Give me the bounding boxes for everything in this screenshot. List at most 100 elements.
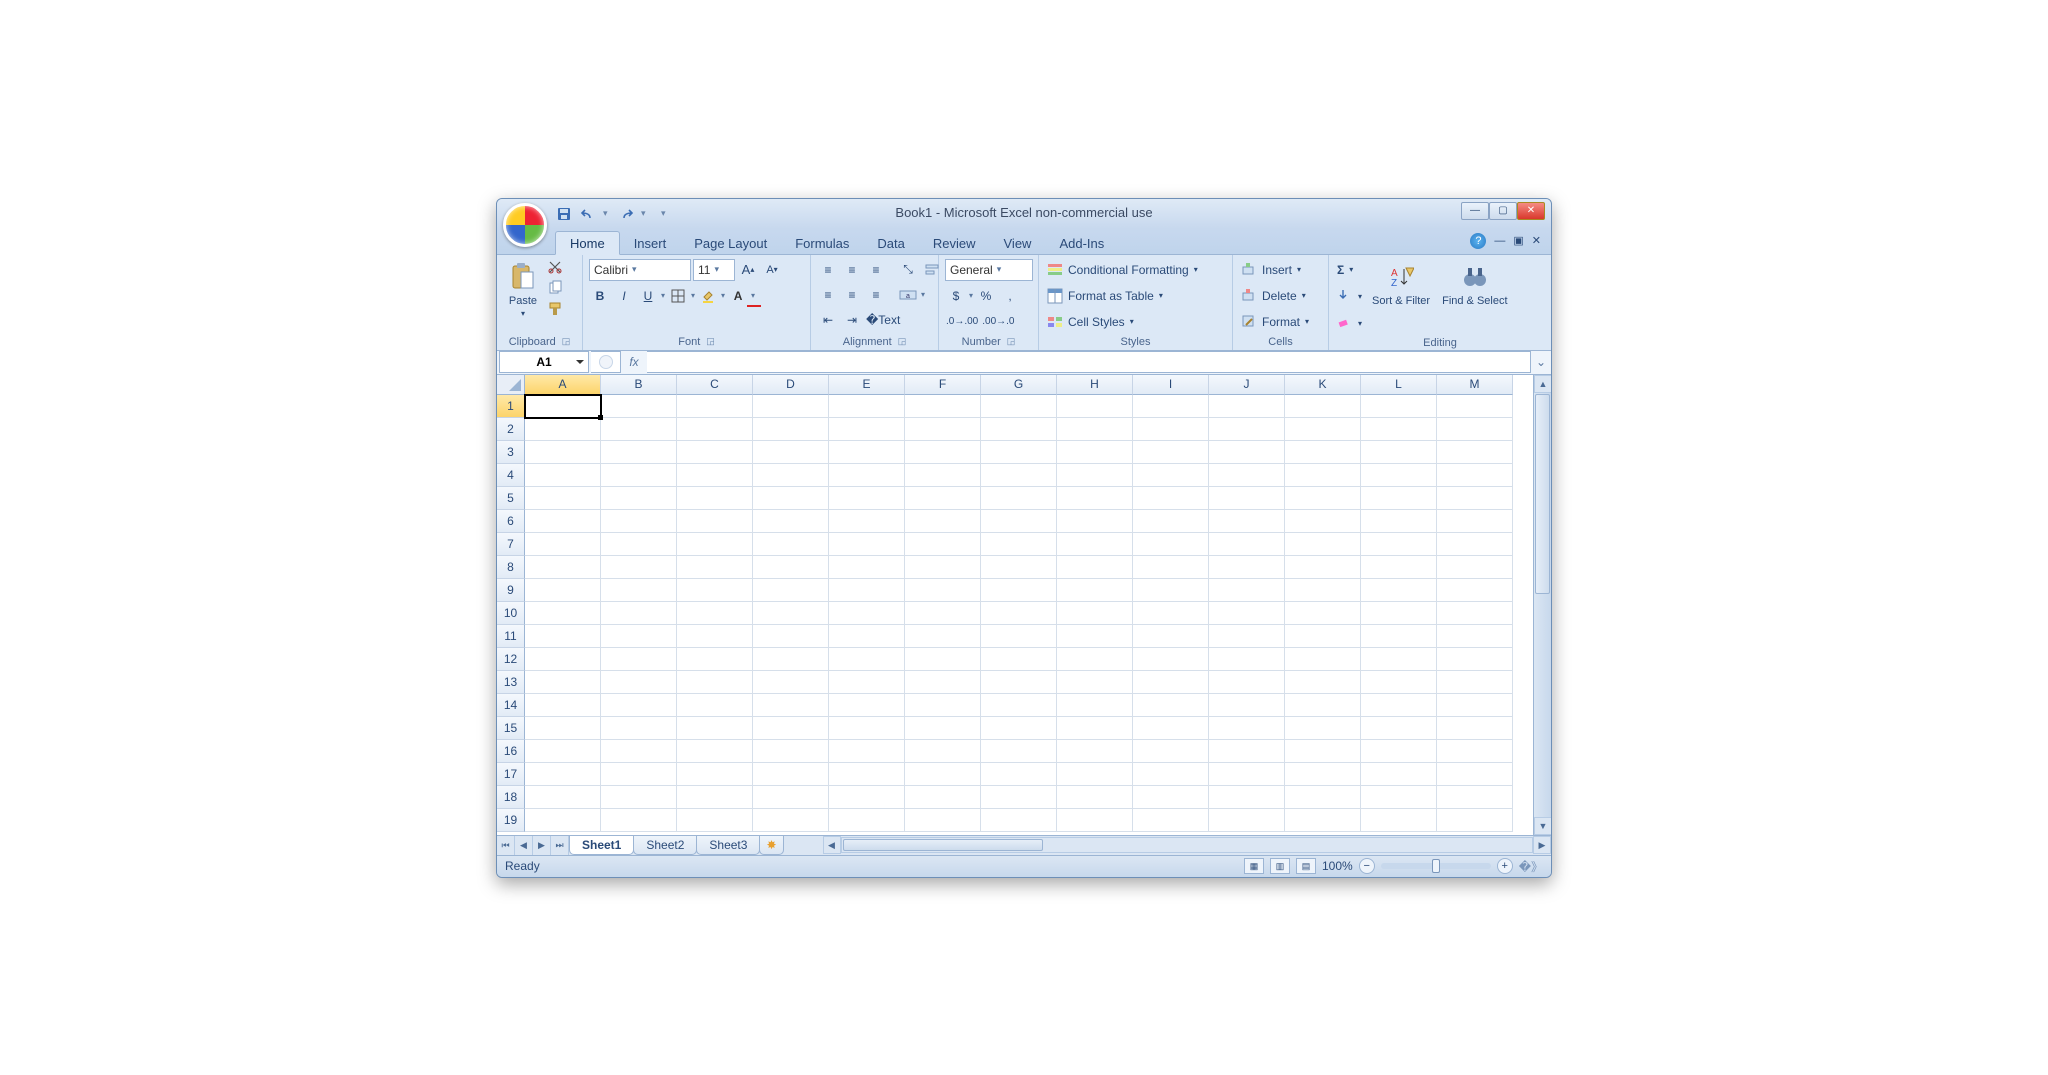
cell[interactable] xyxy=(677,418,753,441)
cell[interactable] xyxy=(981,763,1057,786)
column-header[interactable]: M xyxy=(1437,375,1513,395)
dropdown-icon[interactable]: ▾ xyxy=(603,208,611,219)
cell[interactable] xyxy=(677,441,753,464)
column-header[interactable]: L xyxy=(1361,375,1437,395)
cell[interactable] xyxy=(677,763,753,786)
font-size-combo[interactable]: 11▾ xyxy=(693,259,735,281)
cell[interactable] xyxy=(1437,533,1513,556)
cell[interactable] xyxy=(1285,418,1361,441)
cell[interactable] xyxy=(601,441,677,464)
page-break-view-icon[interactable]: ▤ xyxy=(1296,858,1316,874)
cell[interactable] xyxy=(753,717,829,740)
scroll-thumb[interactable] xyxy=(1535,394,1550,594)
cell[interactable] xyxy=(525,510,601,533)
chevron-down-icon[interactable]: ▾ xyxy=(661,291,665,300)
paste-button[interactable]: Paste ▾ xyxy=(503,259,543,320)
cell[interactable] xyxy=(1285,763,1361,786)
cell[interactable] xyxy=(1133,648,1209,671)
cell[interactable] xyxy=(1437,694,1513,717)
cell[interactable] xyxy=(677,694,753,717)
cell[interactable] xyxy=(829,786,905,809)
cell[interactable] xyxy=(1133,395,1209,418)
cell[interactable] xyxy=(1285,487,1361,510)
delete-cells-button[interactable]: Delete ▾ xyxy=(1239,285,1308,307)
row-header[interactable]: 12 xyxy=(497,648,525,671)
cell[interactable] xyxy=(905,418,981,441)
cell[interactable] xyxy=(677,717,753,740)
row-header[interactable]: 1 xyxy=(497,395,525,418)
cell[interactable] xyxy=(1057,510,1133,533)
cell[interactable] xyxy=(525,579,601,602)
increase-decimal-icon[interactable]: .0→.00 xyxy=(945,311,979,333)
zoom-out-button[interactable]: − xyxy=(1359,858,1375,874)
cell[interactable] xyxy=(1361,464,1437,487)
cell[interactable] xyxy=(1057,786,1133,809)
cell[interactable] xyxy=(905,602,981,625)
scroll-track[interactable] xyxy=(1534,595,1551,817)
cell[interactable] xyxy=(1057,441,1133,464)
cell[interactable] xyxy=(525,556,601,579)
row-header[interactable]: 17 xyxy=(497,763,525,786)
cell[interactable] xyxy=(753,648,829,671)
decrease-decimal-icon[interactable]: .00→.0 xyxy=(981,311,1015,333)
new-sheet-button[interactable]: ✸ xyxy=(759,836,783,855)
cell[interactable] xyxy=(1133,579,1209,602)
cell[interactable] xyxy=(1285,579,1361,602)
cell[interactable] xyxy=(1209,510,1285,533)
column-header[interactable]: D xyxy=(753,375,829,395)
cell[interactable] xyxy=(753,464,829,487)
cell[interactable] xyxy=(525,395,601,418)
cut-icon[interactable] xyxy=(547,259,565,277)
cell[interactable] xyxy=(981,441,1057,464)
cell[interactable] xyxy=(1209,602,1285,625)
cell[interactable] xyxy=(1209,464,1285,487)
cell[interactable] xyxy=(1209,694,1285,717)
cell[interactable] xyxy=(829,694,905,717)
cell[interactable] xyxy=(1209,441,1285,464)
tab-page-layout[interactable]: Page Layout xyxy=(680,232,781,254)
cell[interactable] xyxy=(1209,786,1285,809)
cell[interactable] xyxy=(677,786,753,809)
comma-icon[interactable]: , xyxy=(999,285,1021,307)
cell[interactable] xyxy=(753,556,829,579)
cell[interactable] xyxy=(1285,671,1361,694)
cell[interactable] xyxy=(677,395,753,418)
cell[interactable] xyxy=(905,740,981,763)
cell[interactable] xyxy=(981,487,1057,510)
cell[interactable] xyxy=(981,533,1057,556)
cell[interactable] xyxy=(905,763,981,786)
last-sheet-icon[interactable]: ⏭ xyxy=(551,836,569,855)
cell[interactable] xyxy=(1209,533,1285,556)
cell[interactable] xyxy=(1133,464,1209,487)
cell[interactable] xyxy=(525,441,601,464)
zoom-slider-knob[interactable] xyxy=(1432,859,1440,873)
scroll-up-icon[interactable]: ▲ xyxy=(1534,375,1552,393)
cell[interactable] xyxy=(1437,648,1513,671)
cell[interactable] xyxy=(1437,809,1513,832)
cell[interactable] xyxy=(1209,487,1285,510)
minimize-button[interactable]: — xyxy=(1461,202,1489,220)
cell[interactable] xyxy=(601,487,677,510)
row-header[interactable]: 9 xyxy=(497,579,525,602)
cell[interactable] xyxy=(677,740,753,763)
align-center-icon[interactable]: ≡ xyxy=(841,284,863,306)
prev-sheet-icon[interactable]: ◀ xyxy=(515,836,533,855)
conditional-formatting-button[interactable]: Conditional Formatting ▾ xyxy=(1045,259,1200,281)
cell[interactable] xyxy=(601,717,677,740)
cell[interactable] xyxy=(829,648,905,671)
cell[interactable] xyxy=(601,740,677,763)
cell[interactable] xyxy=(601,602,677,625)
cell[interactable] xyxy=(1133,786,1209,809)
cell[interactable] xyxy=(1133,602,1209,625)
cell[interactable] xyxy=(1437,602,1513,625)
chevron-down-icon[interactable]: ▾ xyxy=(721,291,725,300)
cell[interactable] xyxy=(1057,717,1133,740)
cell[interactable] xyxy=(753,625,829,648)
expand-formula-bar-icon[interactable]: ⌄ xyxy=(1531,355,1551,369)
tab-formulas[interactable]: Formulas xyxy=(781,232,863,254)
autosum-button[interactable]: Σ▾ xyxy=(1335,259,1364,281)
cell[interactable] xyxy=(1361,395,1437,418)
cell[interactable] xyxy=(753,809,829,832)
cell[interactable] xyxy=(1057,487,1133,510)
cell[interactable] xyxy=(829,717,905,740)
